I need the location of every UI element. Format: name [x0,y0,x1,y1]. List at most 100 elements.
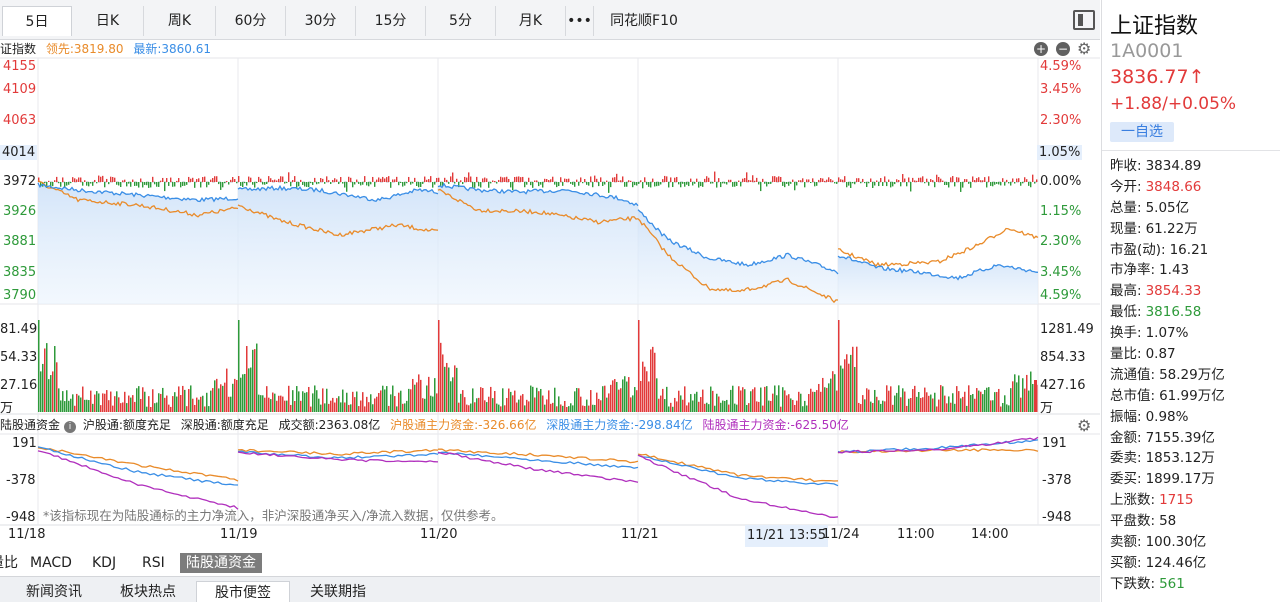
volume-bar [760,387,762,412]
volume-bar [946,403,948,412]
price-tick-bar [700,182,702,187]
volume-bar [692,400,694,412]
stat-value: 7155.39亿 [1145,429,1215,446]
volume-bar [328,403,330,412]
price-tick-bar [128,182,130,184]
volume-bar [212,388,214,412]
volume-bar [748,403,750,412]
volume-bar [826,387,828,412]
volume-bar [856,346,858,412]
stat-row: 振幅: 0.98% [1110,407,1280,428]
volume-bar [334,402,336,412]
volume-bar [234,378,236,412]
volume-bar [866,388,868,412]
capital-settings-gear-icon[interactable]: ⚙ [1077,416,1091,435]
price-tick-bar [738,180,740,182]
volume-bar [660,395,662,412]
price-tick-bar [684,182,686,187]
volume-bar [1008,405,1010,412]
price-tick-bar [258,176,260,182]
volume-bar [888,390,890,412]
volume-bar [426,385,428,412]
tab-f10[interactable]: 同花顺F10 [594,6,694,36]
tab-macd[interactable]: MACD [24,553,78,573]
price-tick-bar [348,176,350,182]
price-tick-bar [130,182,132,187]
tab-5min[interactable]: 5分 [426,6,496,36]
tab-15min[interactable]: 15分 [356,6,426,36]
price-tick-bar [544,178,546,182]
volume-bar [752,389,754,412]
volume-bar [518,399,520,412]
volume-bar [932,398,934,412]
tab-sector-hot[interactable]: 板块热点 [100,581,196,602]
tab-market-notes[interactable]: 股市便签 [196,581,290,602]
panel-toggle-icon[interactable] [1073,10,1095,30]
tab-volume-ratio[interactable]: 量比 [0,553,24,573]
time-label-1100: 11:00 [897,527,935,542]
price-tick-bar [614,177,616,182]
stat-row: 最高: 3854.33 [1110,281,1280,302]
volume-bar [374,398,376,412]
tab-related-futures[interactable]: 关联期指 [290,581,386,602]
volume-bar [920,398,922,412]
volume-bar [622,379,624,412]
volume-bar [784,390,786,412]
volume-bar [38,320,40,412]
volume-bar [870,401,872,412]
price-tick-bar [184,182,186,186]
price-tick-bar [58,182,60,184]
price-tick-bar [270,178,272,182]
tab-kdj[interactable]: KDJ [86,553,122,573]
volume-bar [424,398,426,412]
five-day-chart[interactable] [0,40,1100,550]
tab-weekly-k[interactable]: 周K [144,6,216,36]
price-tick-bar [632,182,634,188]
volume-bar [606,397,608,412]
volume-bar [834,374,836,412]
stat-label: 平盘数: [1110,513,1156,530]
volume-bar [456,367,458,412]
volume-bar [304,392,306,412]
price-tick-bar [382,176,384,182]
tab-60min[interactable]: 60分 [216,6,286,36]
price-tick-bar [266,182,268,184]
volume-bar [996,391,998,412]
price-tick-bar [422,182,424,184]
volume-bar [202,395,204,412]
price-tick-bar [334,178,336,182]
tab-capital-flow[interactable]: 陆股通资金 [180,553,262,573]
tab-daily-k[interactable]: 日K [72,6,144,36]
volume-bar [90,390,92,412]
volume-bar [848,363,850,412]
volume-bar [564,400,566,412]
price-axis-right-4: 0.00% [1040,174,1082,189]
tab-5day[interactable]: 5日 [2,6,72,36]
volume-bar [230,396,232,412]
more-tabs-button[interactable]: ••• [566,6,594,36]
price-tick-bar [432,182,434,188]
price-tick-bar [774,176,776,182]
stat-label: 总量: [1110,199,1142,216]
price-tick-bar [94,179,96,182]
info-icon[interactable]: i [64,421,77,433]
price-tick-bar [82,182,84,186]
price-tick-bar [482,178,484,182]
volume-bar [354,397,356,412]
tab-rsi[interactable]: RSI [136,553,171,573]
volume-bar [1006,404,1008,412]
volume-bar [260,395,262,412]
add-to-watchlist-button[interactable]: 一自选 [1110,122,1174,142]
price-tick-bar [612,177,614,182]
tab-30min[interactable]: 30分 [286,6,356,36]
price-tick-bar [470,176,472,182]
volume-bar [648,381,650,412]
price-tick-bar [492,180,494,182]
price-tick-bar [418,182,420,188]
news-tab-bar: 新闻资讯 板块热点 股市便签 关联期指 [0,576,1100,602]
price-tick-bar [460,180,462,182]
tab-news[interactable]: 新闻资讯 [8,581,100,602]
tab-monthly-k[interactable]: 月K [496,6,566,36]
price-tick-bar [778,176,780,182]
price-tick-bar [704,178,706,182]
